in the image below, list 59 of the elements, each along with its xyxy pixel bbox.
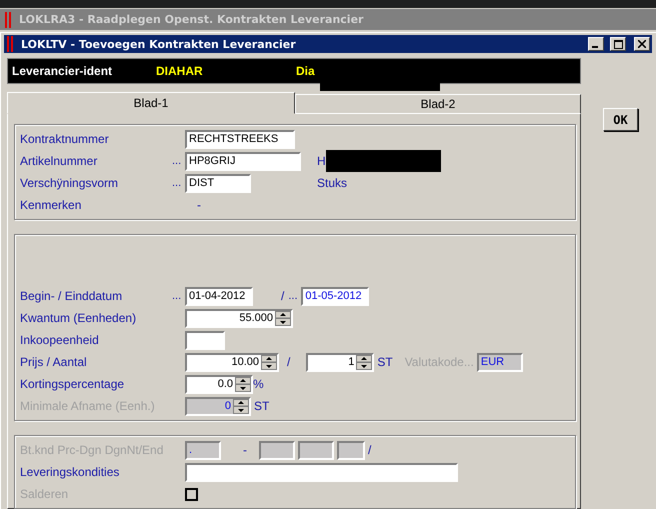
spinner-arrows-icon[interactable] [275,310,291,326]
supplier-name: Dia [296,64,316,78]
spinner-arrows-icon[interactable] [356,354,372,370]
field-text: % [253,377,264,391]
field-label: Inkoopeenheid [20,333,100,347]
supplier-code: DIAHAR [156,64,204,78]
field-text: ST [377,355,393,369]
spinner-arrows-icon[interactable] [235,376,251,392]
readonly-field[interactable] [337,440,365,460]
field-label: Kontraktnummer [20,132,110,146]
spinner-arrows-icon[interactable] [233,398,249,414]
readonly-field[interactable] [298,440,334,460]
minimize-button[interactable] [588,37,604,51]
field-text: Stuks [317,176,348,190]
field-label: Artikelnummer [20,154,98,168]
text-field[interactable]: DIST [185,174,251,192]
text-field[interactable]: HP8GRIJ [185,152,301,170]
field-label: Begin- / Einddatum [20,289,124,303]
lookup-dots[interactable]: ... [172,155,185,167]
tab[interactable]: Blad-2 [295,94,581,114]
close-icon [638,40,646,48]
field-label: Kortingspercentage [20,377,126,391]
field-text: H [317,154,326,168]
field-text: / [287,355,290,369]
lookup-dots[interactable]: ... [172,177,185,189]
app-icon [4,12,13,28]
spin-field[interactable]: 55.000 [185,308,293,328]
lookup-dots[interactable]: ... [288,290,302,302]
text-field[interactable] [185,462,458,482]
text-field[interactable] [185,330,225,350]
tab[interactable]: Blad-1 [7,92,295,114]
maximize-icon [614,40,622,48]
field-label: Kenmerken [20,198,82,212]
readonly-field[interactable] [259,440,295,460]
readonly-field[interactable]: EUR [476,352,523,372]
window-title: LOKLTV - Toevoegen Kontrakten Leverancier [21,38,296,50]
field-label: Kwantum (Eenheden) [20,311,138,325]
field-label: Verschÿningsvorm [20,176,120,190]
text-field[interactable]: RECHTSTREEKS [185,130,295,148]
field-text: - [197,198,201,212]
window-title: LOKLRA3 - Raadplegen Openst. Kontrakten Leverancier [19,13,364,26]
app-icon [6,36,15,52]
field-label: Prijs / Aantal [20,355,88,369]
maximize-button[interactable] [610,37,626,51]
text-field[interactable]: 01-04-2012 [185,286,253,306]
ok-button[interactable]: OK [603,108,638,131]
lookup-dots[interactable]: ... [172,290,185,302]
close-button[interactable] [634,37,650,51]
field-text: / [368,443,372,457]
spin-field[interactable]: 1 [306,352,374,372]
field-text: / [281,289,284,303]
spin-field[interactable]: 10.00 [185,352,279,372]
field-text: ST [254,399,270,413]
text-field[interactable]: 01-05-2012 [301,286,370,306]
spinner-arrows-icon[interactable] [261,354,277,370]
spin-field[interactable]: 0.0 [185,374,253,394]
field-label: Leveringskondities [20,465,120,479]
field-text: - [243,443,247,457]
header-label: Leverancier-ident [12,64,114,78]
